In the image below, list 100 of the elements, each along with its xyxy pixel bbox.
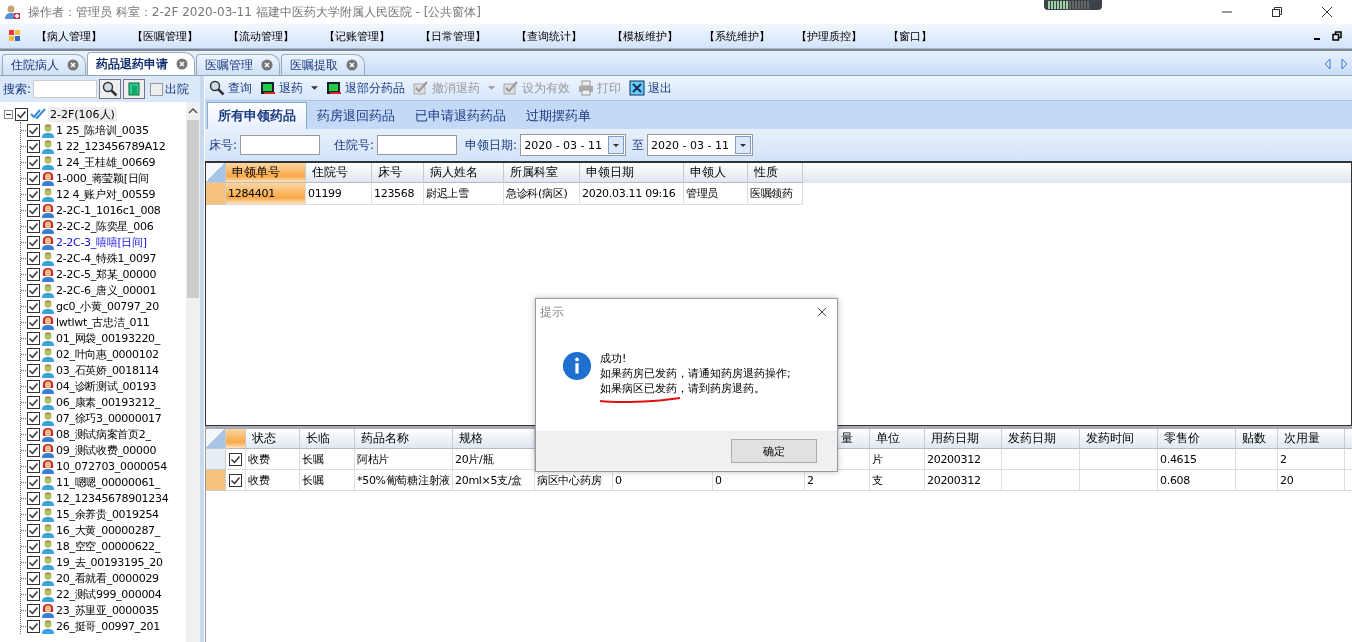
patient-item[interactable]: 2-2C-6_唐义_00001: [56, 282, 157, 298]
patient-item[interactable]: 2-2C-3_嘻嘻[日间]: [56, 234, 147, 250]
checkbox[interactable]: [27, 491, 40, 505]
tab[interactable]: 过期摆药单: [516, 103, 601, 129]
patient-item[interactable]: 18_空空_00000622_: [56, 538, 160, 554]
patient-item[interactable]: 15_余养贵_0019254: [56, 506, 159, 522]
checkbox[interactable]: [27, 411, 40, 425]
checkbox[interactable]: [27, 619, 40, 633]
patient-item[interactable]: 1 24_王桂雄_00669: [56, 154, 156, 170]
tab[interactable]: 住院病人: [2, 54, 86, 75]
checkbox[interactable]: [27, 283, 40, 297]
column-header[interactable]: 用药日期: [925, 429, 1002, 449]
checkbox[interactable]: [27, 299, 40, 313]
toolbar-button[interactable]: 退出: [625, 77, 676, 99]
patient-item[interactable]: 23_苏里亚_0000035: [56, 602, 159, 618]
dropdown-button[interactable]: [735, 136, 751, 154]
patient-item[interactable]: 16_大黄_00000287_: [56, 522, 160, 538]
column-header[interactable]: 申领日期: [580, 163, 684, 183]
column-header[interactable]: 床号: [372, 163, 424, 183]
patient-item[interactable]: 1-000_蒋莹颖[日间: [56, 170, 150, 186]
patient-item[interactable]: 07_徐巧3_00000017: [56, 410, 162, 426]
patient-item[interactable]: 11_嗯嗯_00000061_: [56, 474, 160, 490]
column-header[interactable]: 所属科室: [504, 163, 580, 183]
patient-item[interactable]: 10_072703_0000054: [56, 459, 167, 473]
search-field[interactable]: [33, 80, 98, 98]
tab[interactable]: 药房退回药品: [307, 103, 405, 129]
scrollbar-thumb[interactable]: [187, 120, 199, 298]
checkbox[interactable]: [27, 251, 40, 265]
patient-item[interactable]: 20_看就看_0000029: [56, 570, 159, 586]
tab[interactable]: 药品退药申请: [87, 52, 195, 75]
toolbar-button[interactable]: 退药: [256, 77, 322, 99]
menu-item[interactable]: 【病人管理】: [36, 28, 132, 44]
toolbar-button[interactable]: 退部分药品: [322, 77, 409, 99]
menu-item[interactable]: 【日常管理】: [420, 28, 516, 44]
caret-icon[interactable]: [311, 86, 318, 90]
patient-item[interactable]: 1 22_123456789A12: [56, 139, 166, 153]
checkbox[interactable]: [27, 379, 40, 393]
column-header[interactable]: 状态: [246, 429, 300, 449]
patient-item[interactable]: 08_测试病案首页2_: [56, 426, 151, 442]
tab[interactable]: 已申请退药药品: [405, 103, 516, 129]
menu-item[interactable]: 【查询统计】: [516, 28, 612, 44]
checkbox[interactable]: [27, 363, 40, 377]
patient-item[interactable]: 04_诊断测试_00193: [56, 378, 157, 394]
grid-icon[interactable]: [8, 29, 22, 43]
menu-item[interactable]: 【模板维护】: [612, 28, 704, 44]
checkbox[interactable]: [27, 171, 40, 185]
bed-field[interactable]: [240, 135, 321, 155]
checkbox[interactable]: [27, 475, 40, 489]
collapse-icon[interactable]: [4, 109, 13, 119]
patient-item[interactable]: 02_叶向惠_0000102: [56, 346, 159, 362]
column-header[interactable]: 次用量: [1278, 429, 1345, 449]
patient-item[interactable]: 19_去_00193195_20: [56, 554, 163, 570]
column-header[interactable]: 发药时间: [1080, 429, 1158, 449]
discharged-checkbox[interactable]: [150, 82, 164, 96]
patient-item[interactable]: 09_测试收费_00000: [56, 442, 157, 458]
scroll-up-icon[interactable]: [188, 108, 198, 114]
scroll-left-icon[interactable]: [1324, 58, 1332, 70]
close-icon[interactable]: [817, 307, 827, 317]
checkbox[interactable]: [27, 443, 40, 457]
tab[interactable]: 所有申领药品: [207, 102, 307, 129]
column-header[interactable]: 申领单号: [226, 163, 306, 183]
checkbox[interactable]: [27, 347, 40, 361]
scroll-right-icon[interactable]: [1340, 58, 1348, 70]
checkbox[interactable]: [27, 587, 40, 601]
door-button[interactable]: [123, 79, 146, 99]
patient-item[interactable]: 01_网袋_00193220_: [56, 330, 160, 346]
dropdown-button[interactable]: [608, 136, 625, 154]
restore-icon[interactable]: [1332, 31, 1342, 41]
search-button[interactable]: [99, 79, 122, 99]
checkbox[interactable]: [27, 267, 40, 281]
patient-item[interactable]: 03_石英娇_0018114: [56, 362, 159, 378]
admission-field[interactable]: [377, 135, 458, 155]
column-header[interactable]: 性质: [748, 163, 803, 183]
menu-item[interactable]: 【记账管理】: [324, 28, 420, 44]
column-header[interactable]: 贴数: [1236, 429, 1278, 449]
checkbox[interactable]: [27, 603, 40, 617]
column-header[interactable]: 病人姓名: [424, 163, 504, 183]
menu-item[interactable]: 【系统维护】: [704, 28, 796, 44]
patient-item[interactable]: 2-2C-4_特殊1_0097: [56, 250, 157, 266]
toolbar-button[interactable]: 查询: [205, 77, 256, 99]
checkbox[interactable]: [27, 203, 40, 217]
column-header[interactable]: 药品名称: [355, 429, 453, 449]
checkbox[interactable]: [27, 123, 40, 137]
column-header[interactable]: 住院号: [306, 163, 372, 183]
patient-item[interactable]: 12 4_账户对_00559: [56, 186, 156, 202]
tab[interactable]: 医嘱提取: [281, 54, 365, 75]
date-picker[interactable]: 2020 - 03 - 11: [647, 134, 753, 156]
patient-item[interactable]: 26_挺哥_00997_201: [56, 618, 160, 634]
date-picker[interactable]: 2020 - 03 - 11: [520, 134, 627, 156]
checkbox[interactable]: [27, 539, 40, 553]
restore-icon[interactable]: [1271, 6, 1283, 18]
patient-item[interactable]: 22_测试999_000004: [56, 586, 162, 602]
checkbox[interactable]: [27, 427, 40, 441]
menu-item[interactable]: 【护理质控】: [796, 28, 888, 44]
patient-item[interactable]: lwtlwt_古忠洁_011: [56, 314, 150, 330]
checkbox[interactable]: [27, 219, 40, 233]
checkbox[interactable]: [27, 555, 40, 569]
tab[interactable]: 医嘱管理: [196, 54, 280, 75]
patient-item[interactable]: 2-2C-5_郑某_00000: [56, 266, 157, 282]
checkbox[interactable]: [27, 459, 40, 473]
